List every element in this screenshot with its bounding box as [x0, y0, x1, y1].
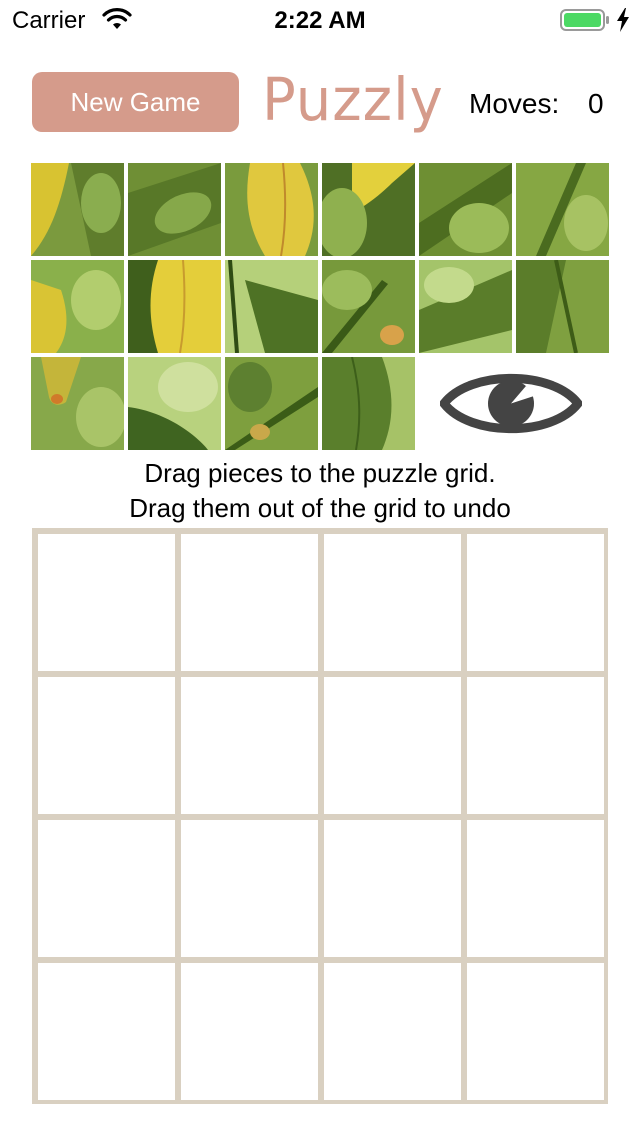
- grid-cell[interactable]: [321, 674, 464, 817]
- grid-cell[interactable]: [464, 674, 607, 817]
- grid-cell[interactable]: [35, 531, 178, 674]
- grid-cell[interactable]: [464, 817, 607, 960]
- puzzle-piece[interactable]: [31, 357, 124, 450]
- puzzle-piece[interactable]: [419, 260, 512, 353]
- puzzle-piece[interactable]: [128, 357, 221, 450]
- puzzle-piece[interactable]: [31, 260, 124, 353]
- charging-bolt-icon: [617, 8, 629, 32]
- grid-cell[interactable]: [464, 960, 607, 1103]
- eye-icon[interactable]: [440, 366, 582, 441]
- battery-icon: [560, 9, 609, 31]
- grid-cell[interactable]: [35, 817, 178, 960]
- grid-cell[interactable]: [321, 817, 464, 960]
- app-logo: Puzzly: [262, 66, 444, 135]
- puzzle-piece[interactable]: [225, 260, 318, 353]
- status-bar: Carrier 2:22 AM: [0, 0, 640, 40]
- puzzle-piece[interactable]: [225, 357, 318, 450]
- grid-cell[interactable]: [35, 960, 178, 1103]
- grid-cell[interactable]: [321, 531, 464, 674]
- puzzle-piece[interactable]: [322, 260, 415, 353]
- puzzle-piece[interactable]: [322, 357, 415, 450]
- grid-cell[interactable]: [464, 531, 607, 674]
- puzzle-piece[interactable]: [419, 163, 512, 256]
- puzzle-grid: [32, 528, 608, 1104]
- grid-cell[interactable]: [178, 960, 321, 1103]
- grid-cell[interactable]: [35, 674, 178, 817]
- clock: 2:22 AM: [274, 7, 366, 34]
- puzzle-piece[interactable]: [128, 163, 221, 256]
- grid-cell[interactable]: [321, 960, 464, 1103]
- moves-label: Moves:: [469, 88, 560, 119]
- pieces-tray: [31, 163, 609, 450]
- puzzle-piece[interactable]: [128, 260, 221, 353]
- instruction-line-1: Drag pieces to the puzzle grid.: [144, 458, 496, 488]
- grid-cell[interactable]: [178, 674, 321, 817]
- puzzle-piece[interactable]: [516, 260, 609, 353]
- puzzle-piece[interactable]: [225, 163, 318, 256]
- puzzle-piece[interactable]: [31, 163, 124, 256]
- puzzle-piece[interactable]: [322, 163, 415, 256]
- grid-cell[interactable]: [178, 817, 321, 960]
- new-game-button[interactable]: New Game: [32, 72, 239, 132]
- moves-counter: 0: [588, 88, 604, 119]
- instruction-line-2: Drag them out of the grid to undo: [129, 493, 511, 523]
- grid-cell[interactable]: [178, 531, 321, 674]
- puzzle-piece[interactable]: [516, 163, 609, 256]
